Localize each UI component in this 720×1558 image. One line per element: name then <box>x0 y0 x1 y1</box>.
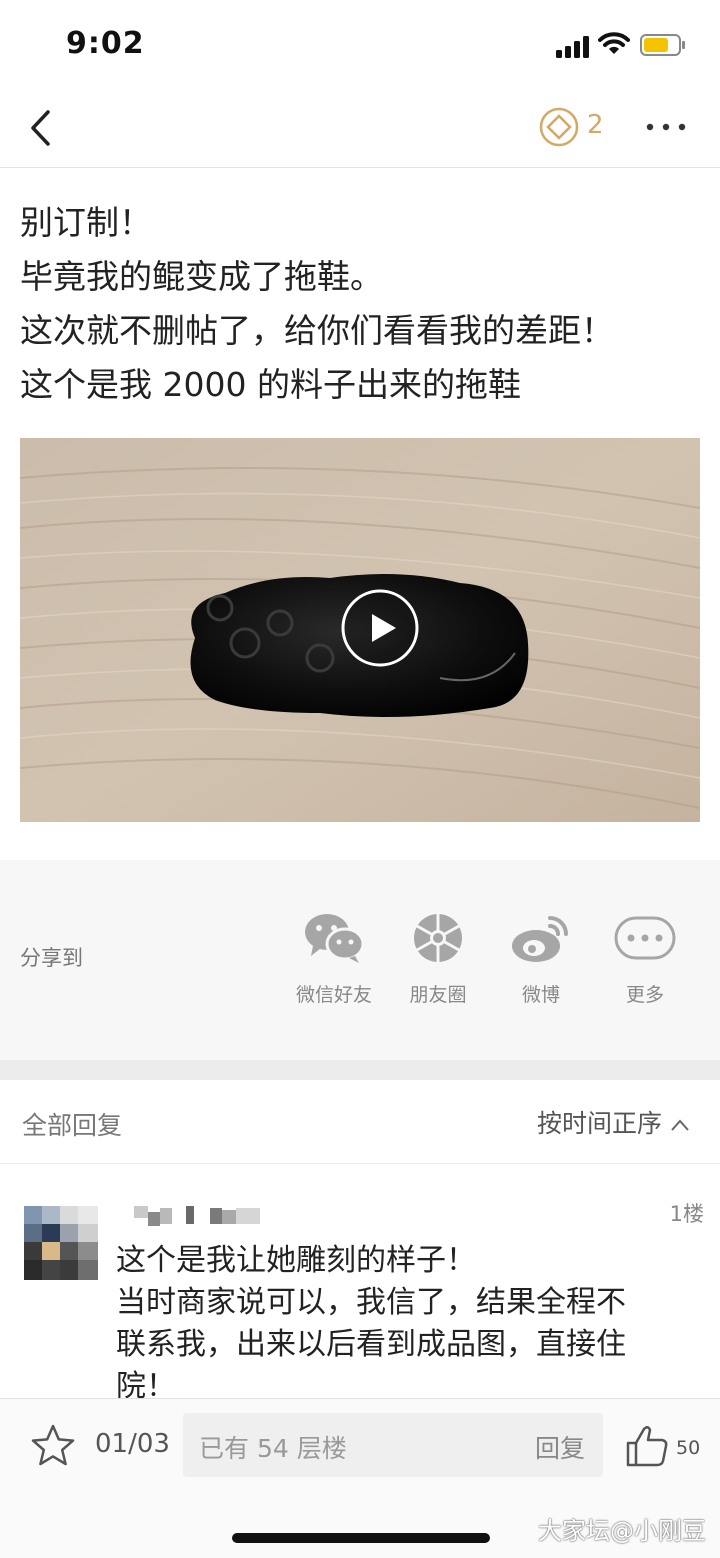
reply-placeholder: 已有 54 层楼 <box>199 1434 347 1463</box>
post-line: 这个是我 2000 的料子出来的拖鞋 <box>20 365 521 404</box>
post-line: 毕竟我的鲲变成了拖鞋。 <box>20 257 383 296</box>
floor-number: 1楼 <box>669 1202 704 1226</box>
share-item-label: 更多 <box>625 984 664 1006</box>
share-more-button[interactable]: 更多 <box>600 912 690 1022</box>
moments-icon <box>414 914 462 962</box>
battery-icon <box>640 34 685 56</box>
reply-line: 当时商家说可以，我信了，结果全程不 <box>116 1285 626 1320</box>
weibo-icon <box>512 916 568 962</box>
post-line: 别订制！ <box>20 203 152 242</box>
wechat-icon <box>305 914 365 963</box>
play-icon[interactable] <box>340 588 420 668</box>
share-wechat-button[interactable]: 微信好友 <box>289 912 379 1022</box>
reply-line: 院！ <box>116 1369 176 1398</box>
reply-line: 这个是我让她雕刻的样子！ <box>116 1243 476 1278</box>
reply-button[interactable]: 回复 <box>535 1429 585 1465</box>
reply-item: 1楼 这个是我让她雕刻的样子！ 当时商家说可以，我信了，结果全程不 联系我，出来… <box>0 1164 720 1398</box>
avatar[interactable] <box>24 1206 98 1280</box>
back-icon[interactable] <box>26 108 56 148</box>
reply-content: 这个是我让她雕刻的样子！ 当时商家说可以，我信了，结果全程不 联系我，出来以后看… <box>116 1240 706 1398</box>
post-body: 别订制！ 毕竟我的鲲变成了拖鞋。 这次就不删帖了，给你们看看我的差距！ 这个是我… <box>20 196 700 412</box>
wifi-icon <box>598 32 630 54</box>
share-moments-button[interactable]: 朋友圈 <box>393 912 483 1022</box>
status-bar: 9:02 <box>0 0 720 90</box>
chevron-up-icon <box>671 1119 689 1131</box>
share-item-label: 微信好友 <box>295 984 372 1006</box>
reply-line: 联系我，出来以后看到成品图，直接住 <box>116 1327 626 1362</box>
more-icon <box>614 916 676 960</box>
share-weibo-button[interactable]: 微博 <box>496 912 586 1022</box>
reply-input[interactable]: 已有 54 层楼 回复 <box>183 1413 603 1477</box>
favorite-star-icon[interactable] <box>30 1423 76 1469</box>
nav-bar: 2 <box>0 90 720 168</box>
thumbs-up-icon[interactable] <box>624 1423 670 1469</box>
username-blurred[interactable] <box>134 1204 264 1230</box>
bottom-action-bar: 01/03 已有 54 层楼 回复 50 大家坛@小刚豆 <box>0 1398 720 1558</box>
coin-count: 2 <box>587 110 604 140</box>
share-item-label: 微博 <box>521 984 560 1006</box>
signal-icon <box>556 36 589 58</box>
watermark: 大家坛@小刚豆 <box>538 1517 706 1545</box>
replies-title: 全部回复 <box>22 1111 123 1140</box>
post-video[interactable] <box>20 438 700 822</box>
more-options-icon[interactable] <box>644 118 688 136</box>
section-divider <box>0 1060 720 1080</box>
coin-icon[interactable] <box>538 106 580 148</box>
page-indicator[interactable]: 01/03 <box>95 1429 170 1459</box>
like-count: 50 <box>676 1437 701 1459</box>
sort-label: 按时间正序 <box>536 1109 662 1138</box>
post-line: 这次就不删帖了，给你们看看我的差距！ <box>20 311 614 350</box>
status-time: 9:02 <box>66 26 145 61</box>
home-indicator[interactable] <box>232 1533 490 1543</box>
share-panel: 分享到 微信好友 朋友圈 微博 更多 <box>0 860 720 1060</box>
share-label: 分享到 <box>20 946 83 970</box>
share-item-label: 朋友圈 <box>409 984 467 1006</box>
sort-order-button[interactable]: 按时间正序 <box>537 1104 690 1140</box>
replies-header: 全部回复 按时间正序 <box>0 1080 720 1164</box>
